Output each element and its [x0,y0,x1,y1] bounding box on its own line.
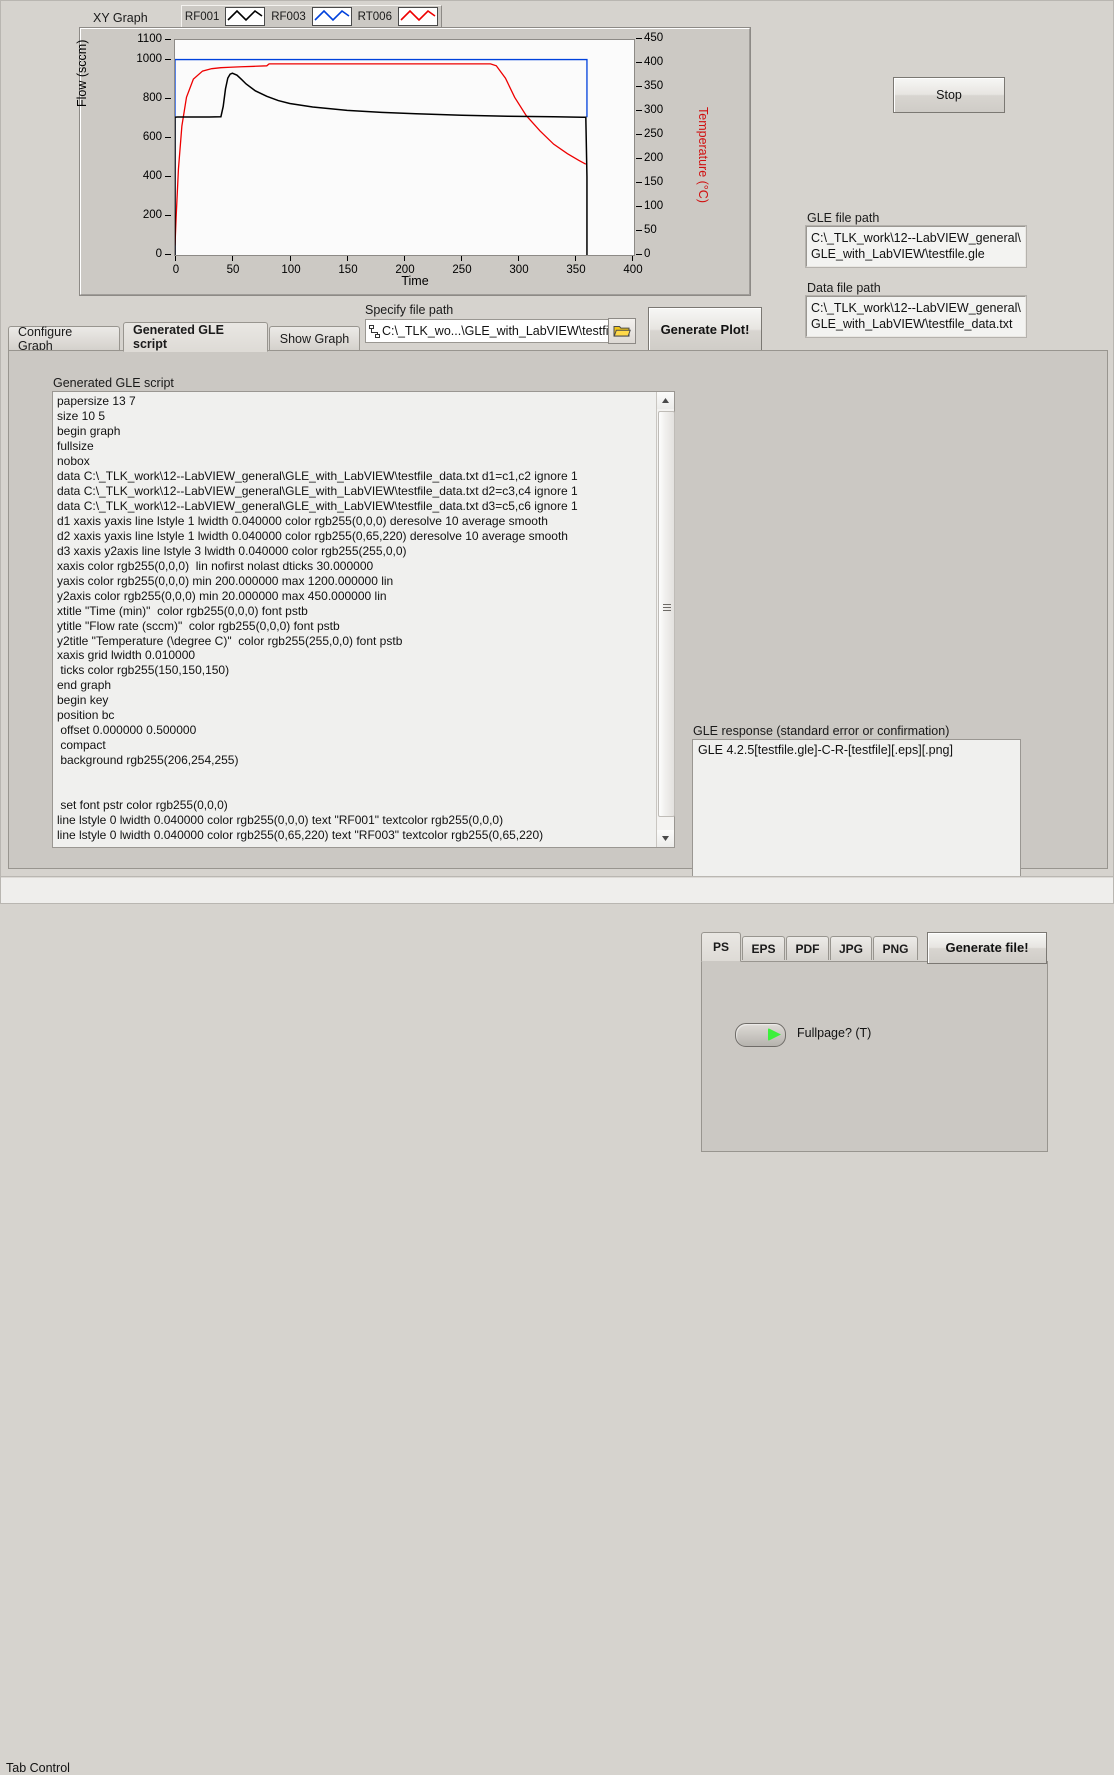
script-vertical-scrollbar[interactable] [656,392,675,847]
y2-tickmark-0 [636,254,642,255]
y2-tickmark-400 [636,62,642,63]
y2-tickmark-50 [636,230,642,231]
format-tab-page-ps: Fullpage? (T) [701,961,1048,1152]
data-path-line-1: C:\_TLK_work\12--LabVIEW_general\ [811,301,1021,315]
generated-script-caption: Generated GLE script [53,376,174,390]
y2-tick-50: 50 [644,224,657,236]
tab-configure-graph[interactable]: Configure Graph [8,325,120,353]
stop-button[interactable]: Stop [893,77,1005,113]
y2-tick-200: 200 [644,152,664,164]
y2-tickmark-250 [636,134,642,135]
y-tick-800: 800 [142,92,162,104]
y-axis-label: Flow (sccm) [75,39,89,107]
format-tab-eps[interactable]: EPS [742,936,785,960]
y-tickmark-400 [165,176,171,177]
y2-tick-300: 300 [644,104,664,116]
format-tab-control[interactable]: PS EPS PDF JPG PNG Generate file! Fullpa… [701,932,1048,1152]
y-tickmark-600 [165,137,171,138]
x-tick-350: 350 [566,264,586,276]
x-tick-300: 300 [509,264,529,276]
tab-show-graph[interactable]: Show Graph [269,326,360,350]
y-tick-0: 0 [155,248,162,260]
y2-axis-label: Temperature (°C) [696,107,710,203]
y2-tickmark-300 [636,110,642,111]
fullpage-toggle-label: Fullpage? (T) [797,1026,872,1040]
legend-label-rt006: RT006 [357,10,392,23]
y-tick-1000: 1000 [136,53,162,65]
y-tick-600: 600 [142,131,162,143]
y-tickmark-800 [165,98,171,99]
tab-page-generated-gle-script: Generated GLE script papersize 13 7 size… [8,350,1108,1152]
y2-tickmark-200 [636,158,642,159]
y2-tick-450: 450 [644,32,664,44]
y-tickmark-1000 [165,59,171,60]
gle-path-line-1: C:\_TLK_work\12--LabVIEW_general\ [811,231,1021,245]
x-tick-0: 0 [172,264,180,276]
x-tick-50: 50 [226,264,240,276]
format-tab-ps[interactable]: PS [701,932,741,962]
x-axis-label: Time [401,274,429,288]
xy-graph[interactable]: Flow (sccm) Temperature (°C) Time 0 200 … [75,28,750,295]
legend-swatch-rt006[interactable] [397,7,438,26]
y-tick-200: 200 [142,209,162,221]
legend-swatch-rf001[interactable] [225,7,266,26]
scroll-up-arrow-icon[interactable] [657,392,674,409]
x-tick-250: 250 [452,264,472,276]
y2-tick-250: 250 [644,128,664,140]
top-panel: XY Graph RF001 RF003 RT006 Flow (sccm) T… [0,0,1114,353]
generated-script-box[interactable]: papersize 13 7 size 10 5 begin graph ful… [52,391,675,848]
legend-label-rf001: RF001 [184,10,220,23]
generated-script-text[interactable]: papersize 13 7 size 10 5 begin graph ful… [53,392,656,847]
y-tickmark-0 [165,254,171,255]
y-tick-400: 400 [142,170,162,182]
gle-file-path-caption: GLE file path [807,211,880,225]
tab-generated-gle-script[interactable]: Generated GLE script [123,322,268,352]
x-tick-150: 150 [338,264,358,276]
x-tick-200: 200 [395,264,415,276]
plot-canvas[interactable] [174,39,635,256]
gle-path-line-2: GLE_with_LabVIEW\testfile.gle [811,247,985,261]
plot-legend[interactable]: RF001 RF003 RT006 [181,5,442,28]
y2-tick-150: 150 [644,176,664,188]
bottom-status-bar: Tab Control [0,878,1114,1775]
y-tickmark-200 [165,215,171,216]
fullpage-toggle[interactable] [735,1023,786,1047]
status-tab-control-label: Tab Control [6,1761,70,1775]
format-tab-png[interactable]: PNG [873,936,918,960]
legend-swatch-rf003[interactable] [311,7,352,26]
y2-tick-400: 400 [644,56,664,68]
series-line-rf003 [175,58,588,255]
y2-tick-100: 100 [644,200,664,212]
generate-file-button[interactable]: Generate file! [927,932,1047,964]
y2-tickmark-100 [636,206,642,207]
xy-graph-label: XY Graph [93,11,148,25]
specify-file-path-caption: Specify file path [365,303,454,317]
data-file-path-caption: Data file path [807,281,881,295]
main-tab-control[interactable]: Configure Graph Generated GLE script Sho… [8,322,1108,1152]
y2-tickmark-350 [636,86,642,87]
y2-tickmark-150 [636,182,642,183]
fullpage-led-icon [768,1028,781,1041]
gle-file-path-indicator[interactable]: C:\_TLK_work\12--LabVIEW_general\ GLE_wi… [805,225,1027,268]
y-tickmark-1100 [165,39,171,40]
format-tab-jpg[interactable]: JPG [830,936,872,960]
series-line-rt006 [175,63,587,246]
format-tab-pdf[interactable]: PDF [786,936,829,960]
scroll-down-arrow-icon[interactable] [657,830,674,847]
scrollbar-grip-icon [663,604,671,613]
y-tick-1100: 1100 [137,33,162,45]
y2-tick-350: 350 [644,80,664,92]
x-tick-100: 100 [281,264,301,276]
x-tick-400: 400 [623,264,643,276]
plot-svg [175,58,588,255]
legend-label-rf003: RF003 [271,10,306,23]
gle-response-caption: GLE response (standard error or confirma… [693,724,950,738]
series-line-rf001 [175,72,588,255]
scrollbar-thumb[interactable] [658,411,675,817]
y2-tickmark-450 [636,38,642,39]
y2-tick-0: 0 [644,248,651,260]
